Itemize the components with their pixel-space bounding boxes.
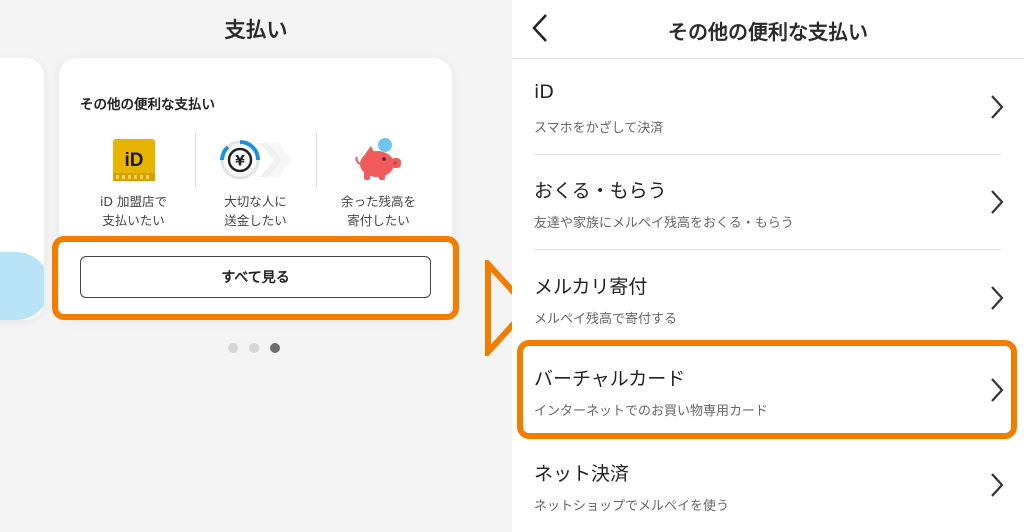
feature-id[interactable]: iD iD 加盟店で 支払いたい xyxy=(71,136,196,230)
left-pane: 支払い その他の便利な支払い iD iD 加盟店で 支払いたい ¥ 大切な人に … xyxy=(0,0,512,532)
page-title: 支払い xyxy=(224,18,288,42)
list-item-online-payment[interactable]: ネット決済 ネットショップでメルペイを使う xyxy=(534,437,1004,532)
page-title: その他の便利な支払い xyxy=(668,20,868,44)
highlight-frame xyxy=(517,340,1017,439)
item-title: iD xyxy=(534,81,554,103)
previous-card-illustration xyxy=(0,252,44,320)
item-title: メルカリ寄付 xyxy=(534,276,648,298)
feature-label: 大切な人に 送金したい xyxy=(224,194,287,228)
list-item-donation[interactable]: メルカリ寄付 メルペイ残高で寄付する xyxy=(534,250,1004,345)
svg-text:¥: ¥ xyxy=(235,154,245,170)
card-title: その他の便利な支払い xyxy=(80,97,215,113)
chevron-right-icon xyxy=(991,95,1004,119)
item-subtitle: メルペイ残高で寄付する xyxy=(534,312,678,327)
pager-dot[interactable] xyxy=(249,343,259,353)
highlight-frame xyxy=(52,236,459,320)
feature-label: 余った残高を 寄付したい xyxy=(340,194,416,228)
pager-dot-active[interactable] xyxy=(270,343,280,353)
chevron-right-icon xyxy=(991,190,1004,214)
item-title: ネット決済 xyxy=(534,463,630,485)
right-pane: その他の便利な支払い iD スマホをかざして決済 おくる・もらう 友達や家族にメ… xyxy=(512,0,1024,532)
pager-dot[interactable] xyxy=(228,343,238,353)
feature-donation[interactable]: 余った残高を 寄付したい xyxy=(316,136,441,230)
list-item-id[interactable]: iD スマホをかざして決済 xyxy=(534,59,1004,154)
pager-dots xyxy=(228,343,280,353)
piggy-bank-icon xyxy=(354,138,401,180)
item-subtitle: ネットショップでメルペイを使う xyxy=(534,499,730,514)
nav-header: その他の便利な支払い xyxy=(512,0,1024,59)
svg-text:iD: iD xyxy=(124,150,143,171)
list-item-send-receive[interactable]: おくる・もらう 友達や家族にメルペイ残高をおくる・もらう xyxy=(534,154,1004,249)
item-subtitle: スマホをかざして決済 xyxy=(534,121,664,136)
previous-card[interactable] xyxy=(0,58,44,320)
feature-transfer[interactable]: ¥ 大切な人に 送金したい xyxy=(193,136,318,230)
chevron-right-icon xyxy=(991,286,1004,310)
feature-label: iD 加盟店で 支払いたい xyxy=(99,194,168,228)
yen-transfer-icon: ¥ xyxy=(219,140,292,180)
item-title: おくる・もらう xyxy=(534,180,667,202)
item-subtitle: 友達や家族にメルペイ残高をおくる・もらう xyxy=(534,216,794,231)
id-logo-icon: iD xyxy=(112,139,155,181)
chevron-right-icon xyxy=(991,473,1004,497)
